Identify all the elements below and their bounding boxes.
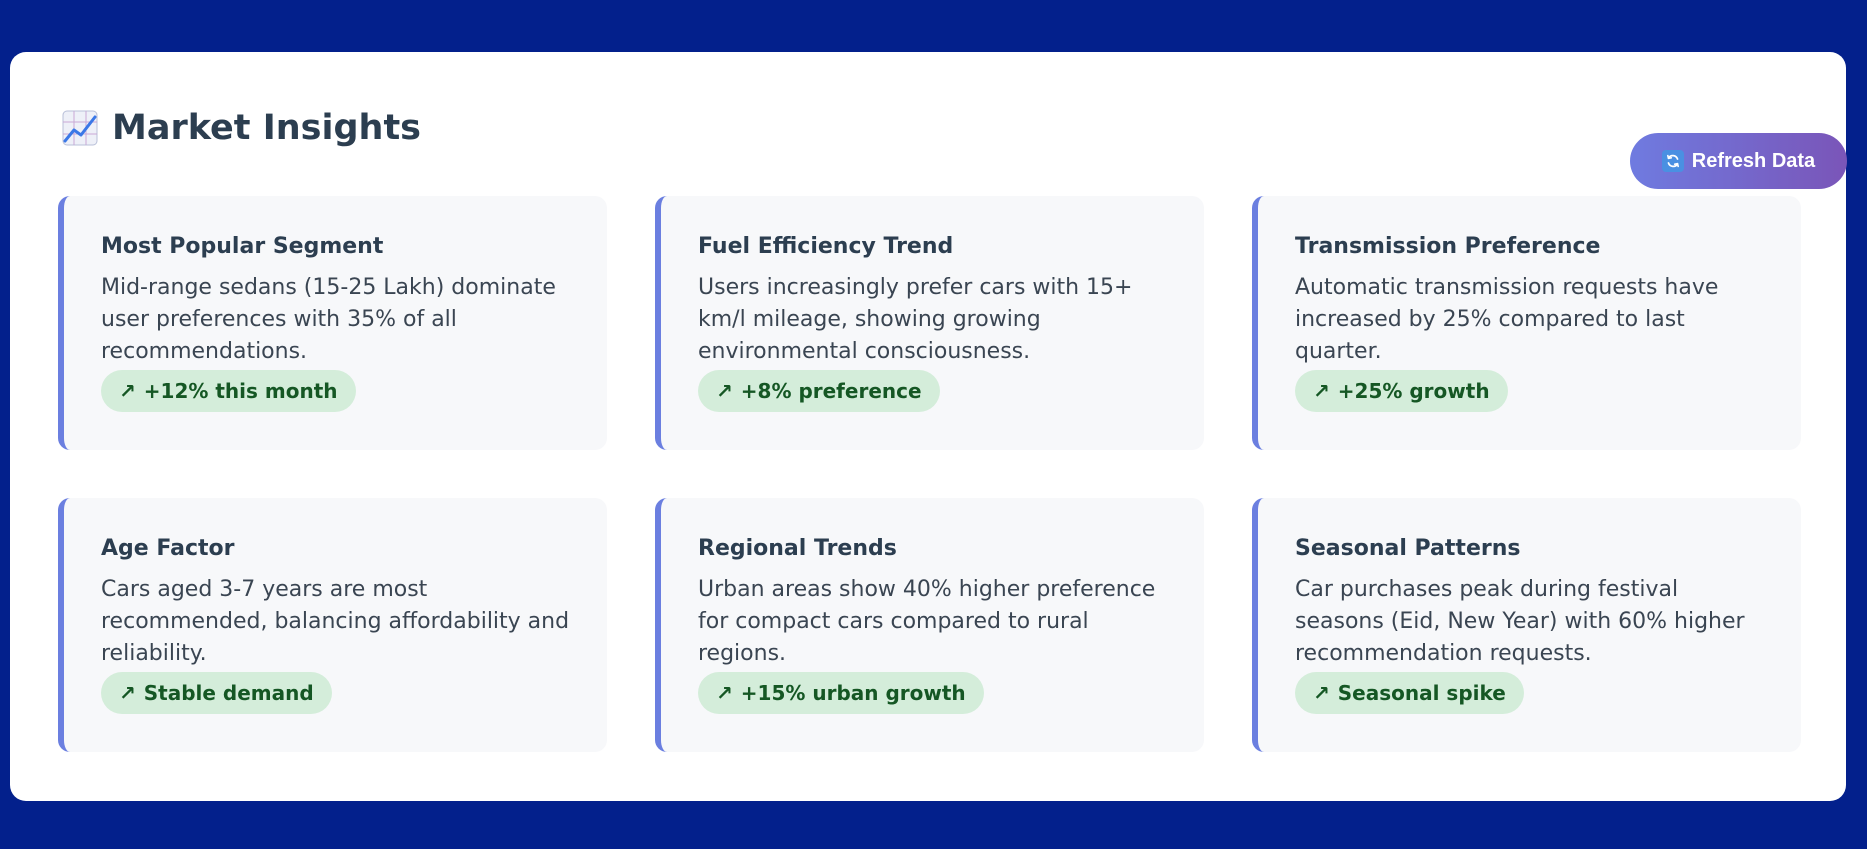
badge-label: +8% preference xyxy=(740,379,922,403)
insight-card-popular-segment: Most Popular Segment Mid-range sedans (1… xyxy=(58,196,607,450)
badge-label: +12% this month xyxy=(143,379,338,403)
card-description: Cars aged 3-7 years are most recommended… xyxy=(101,577,570,666)
card-title: Age Factor xyxy=(101,536,235,561)
insight-card-regional-trends: Regional Trends Urban areas show 40% hig… xyxy=(655,498,1204,752)
insights-grid: Most Popular Segment Mid-range sedans (1… xyxy=(58,196,1810,752)
card-description: Car purchases peak during festival seaso… xyxy=(1295,577,1745,666)
refresh-button-label: Refresh Data xyxy=(1691,149,1816,172)
trend-arrow-icon: ↗ xyxy=(119,379,136,403)
trend-arrow-icon: ↗ xyxy=(1313,681,1330,705)
card-description: Mid-range sedans (15-25 Lakh) dominate u… xyxy=(101,275,556,364)
card-description: Urban areas show 40% higher preference f… xyxy=(698,577,1156,666)
card-title: Fuel Efficiency Trend xyxy=(698,234,954,259)
card-title: Most Popular Segment xyxy=(101,234,384,259)
trend-badge: ↗ +12% this month xyxy=(101,370,356,412)
chart-increasing-icon xyxy=(62,110,98,146)
trend-badge: ↗ Stable demand xyxy=(101,672,332,714)
panel-header: Market Insights xyxy=(62,104,421,152)
card-title: Regional Trends xyxy=(698,536,897,561)
insight-card-transmission: Transmission Preference Automatic transm… xyxy=(1252,196,1801,450)
card-description: Users increasingly prefer cars with 15+ … xyxy=(698,275,1133,364)
refresh-icon xyxy=(1661,150,1684,172)
trend-badge: ↗ +25% growth xyxy=(1295,370,1508,412)
refresh-data-button[interactable]: Refresh Data xyxy=(1630,133,1847,189)
trend-badge: ↗ +8% preference xyxy=(698,370,940,412)
badge-label: Seasonal spike xyxy=(1337,681,1506,705)
badge-label: Stable demand xyxy=(143,681,314,705)
card-title: Transmission Preference xyxy=(1295,234,1601,259)
insight-card-age-factor: Age Factor Cars aged 3-7 years are most … xyxy=(58,498,607,752)
page-title: Market Insights xyxy=(112,108,422,148)
market-insights-panel: Market Insights Refresh Data Most Popula… xyxy=(10,52,1847,801)
trend-arrow-icon: ↗ xyxy=(716,681,733,705)
insight-card-seasonal-patterns: Seasonal Patterns Car purchases peak dur… xyxy=(1252,498,1801,752)
insight-card-fuel-efficiency: Fuel Efficiency Trend Users increasingly… xyxy=(655,196,1204,450)
card-description: Automatic transmission requests have inc… xyxy=(1295,275,1719,364)
badge-label: +25% growth xyxy=(1337,379,1490,403)
trend-arrow-icon: ↗ xyxy=(1313,379,1330,403)
trend-badge: ↗ +15% urban growth xyxy=(698,672,984,714)
card-title: Seasonal Patterns xyxy=(1295,536,1521,561)
trend-arrow-icon: ↗ xyxy=(119,681,136,705)
badge-label: +15% urban growth xyxy=(740,681,966,705)
trend-arrow-icon: ↗ xyxy=(716,379,733,403)
trend-badge: ↗ Seasonal spike xyxy=(1295,672,1524,714)
